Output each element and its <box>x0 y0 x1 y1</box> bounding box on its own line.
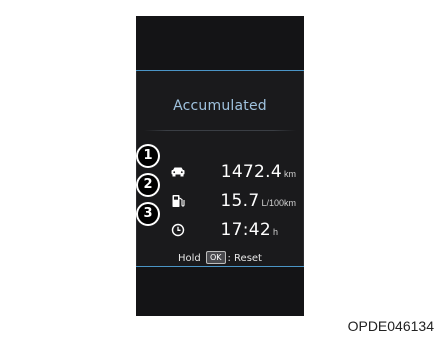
display-top-band <box>136 16 304 70</box>
distance-row: 1472.4 km <box>136 159 304 185</box>
elapsed-time-unit: h <box>272 227 278 237</box>
reset-hint: Hold OK: Reset <box>136 251 304 264</box>
display-top-divider <box>136 70 304 71</box>
fuel-economy-number: 15.7 <box>220 191 260 211</box>
reset-hint-suffix: : Reset <box>227 253 262 264</box>
fuel-economy-unit: L/100km <box>261 198 296 208</box>
cluster-display: Accumulated 1472.4 km 15.7 L/100km 17:42… <box>136 16 304 316</box>
callout-marker-2: 2 <box>138 175 158 195</box>
ok-key-badge: OK <box>205 251 226 264</box>
distance-unit: km <box>284 169 296 179</box>
car-icon <box>170 164 186 180</box>
elapsed-time-row: 17:42 h <box>136 217 304 243</box>
display-title: Accumulated <box>173 98 267 114</box>
clock-icon <box>170 222 186 238</box>
elapsed-time-value: 17:42 h <box>220 217 278 243</box>
fuel-economy-value: 15.7 L/100km <box>220 188 296 214</box>
figure-code: OPDE046134 <box>347 318 434 334</box>
reset-hint-prefix: Hold <box>178 253 201 264</box>
fuel-pump-icon <box>170 193 186 209</box>
callout-marker-1: 1 <box>138 146 158 166</box>
elapsed-time-number: 17:42 <box>220 220 271 240</box>
callout-marker-3: 3 <box>138 204 158 224</box>
title-divider <box>144 130 296 131</box>
distance-number: 1472.4 <box>220 162 282 182</box>
fuel-economy-row: 15.7 L/100km <box>136 188 304 214</box>
distance-value: 1472.4 km <box>221 159 296 185</box>
figure: Accumulated 1472.4 km 15.7 L/100km 17:42… <box>0 0 436 338</box>
display-bottom-band <box>136 267 304 316</box>
